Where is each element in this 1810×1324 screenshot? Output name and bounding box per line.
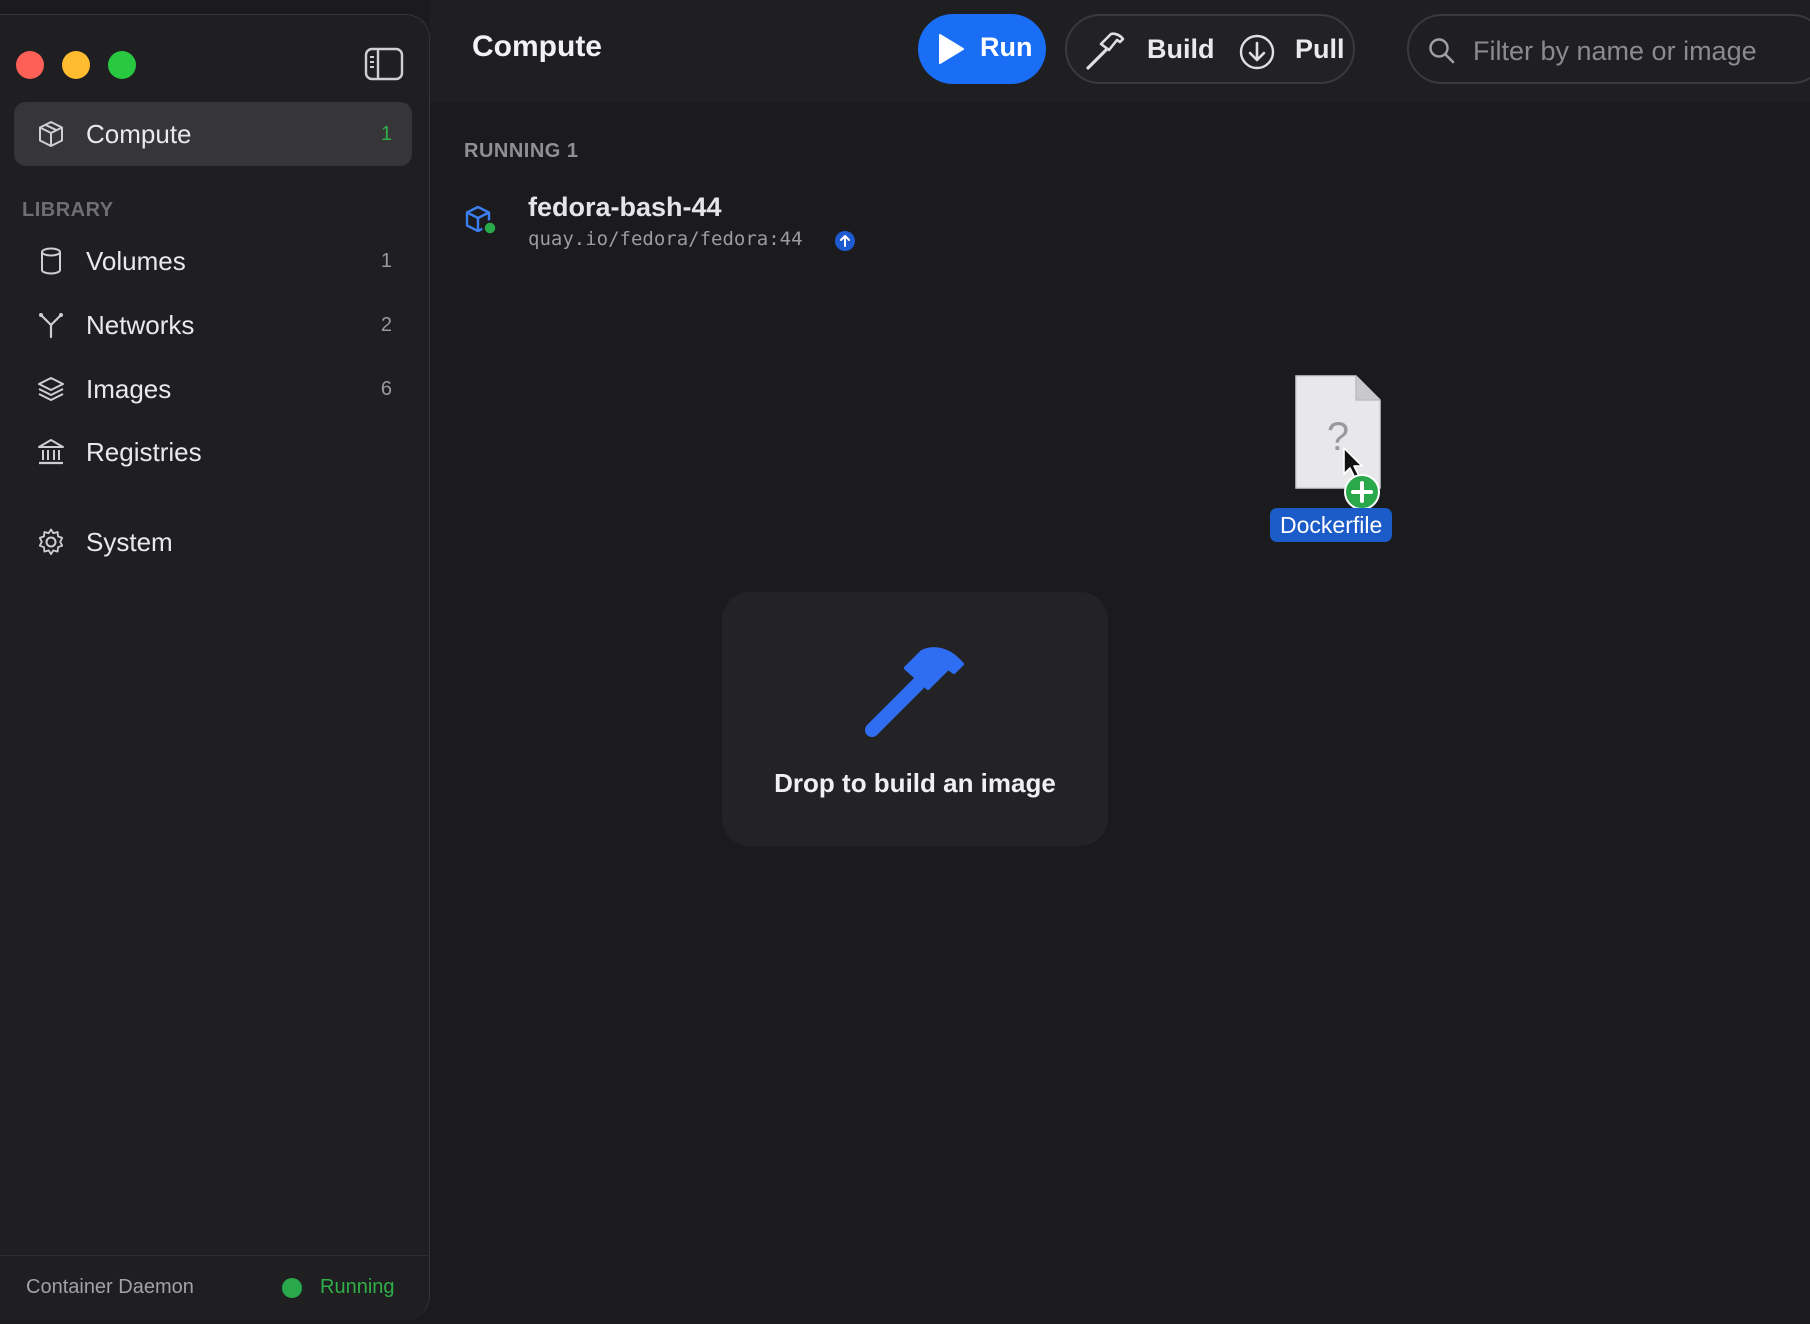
cylinder-icon	[36, 246, 66, 276]
container-image: quay.io/fedora/fedora:44	[528, 228, 803, 250]
count-badge: 1	[380, 249, 392, 272]
build-button[interactable]: Build	[1147, 34, 1215, 65]
sidebar-item-label: Networks	[86, 309, 195, 340]
search-field[interactable]	[1407, 14, 1810, 84]
pull-button[interactable]: Pull	[1295, 34, 1345, 65]
build-pull-group: Build Pull	[1065, 14, 1355, 84]
zoom-window-button[interactable]	[108, 51, 136, 79]
network-fork-icon	[36, 310, 66, 340]
daemon-status: Running	[320, 1276, 395, 1298]
run-button[interactable]: Run	[918, 14, 1046, 84]
sidebar-item-compute[interactable]: Compute 1	[14, 102, 412, 166]
sidebar-item-label: Compute	[86, 118, 192, 149]
container-name: fedora-bash-44	[528, 192, 722, 222]
search-icon	[1429, 38, 1455, 64]
sidebar-item-images[interactable]: Images 6	[14, 357, 412, 421]
count-badge: 1	[380, 122, 392, 145]
status-dot	[282, 1278, 302, 1298]
run-button-label: Run	[980, 32, 1033, 62]
bank-icon	[36, 437, 66, 467]
sidebar-footer: Container Daemon Running	[0, 1255, 429, 1320]
daemon-label: Container Daemon	[26, 1276, 194, 1298]
hammer-icon[interactable]	[1083, 30, 1127, 77]
drop-zone-text: Drop to build an image	[774, 768, 1056, 798]
sidebar-toggle-icon[interactable]	[364, 47, 404, 81]
minimize-window-button[interactable]	[62, 51, 90, 79]
sidebar-item-networks[interactable]: Networks 2	[14, 293, 412, 357]
running-section-label: RUNNING 1	[464, 140, 579, 162]
sidebar-item-label: Images	[86, 373, 172, 404]
sidebar-item-label: Volumes	[86, 245, 186, 276]
sidebar-item-label: System	[86, 526, 173, 557]
container-cube-icon	[464, 204, 502, 245]
build-drop-zone[interactable]: Drop to build an image	[722, 592, 1108, 846]
search-input[interactable]	[1471, 28, 1810, 74]
play-icon	[939, 34, 964, 64]
sidebar-item-volumes[interactable]: Volumes 1	[14, 229, 412, 293]
dragged-file-icon[interactable]: ?	[1290, 374, 1386, 514]
close-window-button[interactable]	[16, 51, 44, 79]
dragged-file-label: Dockerfile	[1270, 508, 1393, 542]
update-arrow-icon[interactable]	[834, 230, 856, 257]
hammer-icon	[865, 647, 964, 737]
gear-icon	[36, 527, 66, 557]
count-badge: 6	[380, 377, 392, 400]
page-title: Compute	[472, 30, 602, 63]
sidebar: Compute 1 LIBRARY Volumes 1 Networks 2 I…	[0, 14, 430, 1320]
library-section-label: LIBRARY	[22, 199, 114, 221]
count-badge: 2	[380, 313, 392, 336]
download-circle-icon[interactable]	[1237, 32, 1277, 77]
sidebar-item-system[interactable]: System	[14, 510, 412, 574]
list-item[interactable]: fedora-bash-44 quay.io/fedora/fedora:44	[460, 186, 980, 256]
sidebar-item-registries[interactable]: Registries	[14, 420, 412, 484]
layers-icon	[36, 374, 66, 404]
sidebar-item-label: Registries	[86, 436, 202, 467]
cube-icon	[36, 119, 66, 149]
toolbar: Compute Run Build Pull	[430, 0, 1810, 102]
